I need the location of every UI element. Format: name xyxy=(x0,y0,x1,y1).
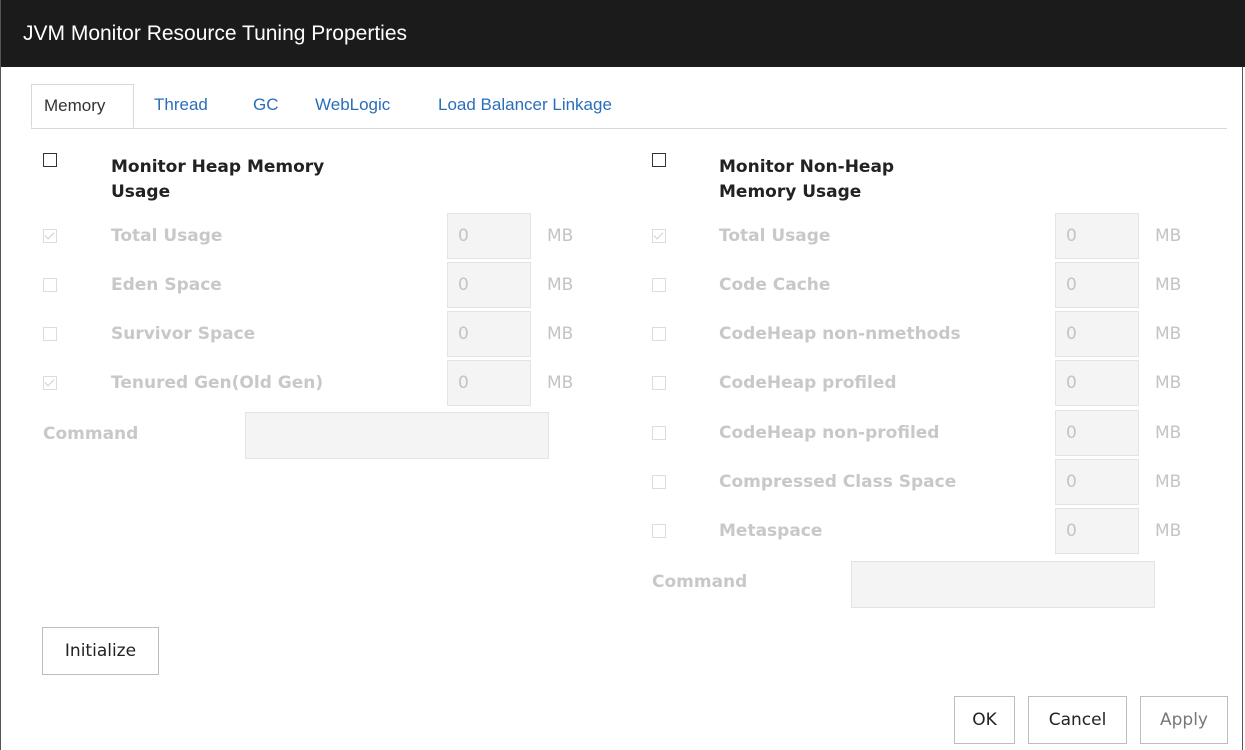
nonheap-codeheap-non-profiled-input[interactable]: 0 xyxy=(1055,410,1139,456)
nonheap-compressed-class-space-unit: MB xyxy=(1155,472,1182,492)
apply-button[interactable]: Apply xyxy=(1140,696,1228,744)
heap-total-usage-unit: MB xyxy=(547,226,574,246)
nonheap-codeheap-non-nmethods-label: CodeHeap non-nmethods xyxy=(719,324,961,344)
heap-total-usage-input[interactable]: 0 xyxy=(447,213,531,259)
heap-tenured-gen-input[interactable]: 0 xyxy=(447,360,531,406)
nonheap-codeheap-non-nmethods-input[interactable]: 0 xyxy=(1055,311,1139,357)
heap-survivor-space-unit: MB xyxy=(547,324,574,344)
nonheap-codeheap-profiled-input[interactable]: 0 xyxy=(1055,360,1139,406)
tuning-properties-dialog: JVM Monitor Resource Tuning Properties M… xyxy=(0,0,1245,750)
dialog-title: JVM Monitor Resource Tuning Properties xyxy=(1,0,1245,67)
heap-tenured-gen-checkbox[interactable] xyxy=(43,376,57,390)
heap-tenured-gen-label: Tenured Gen(Old Gen) xyxy=(111,373,324,393)
heap-survivor-space-input[interactable]: 0 xyxy=(447,311,531,357)
nonheap-compressed-class-space-label: Compressed Class Space xyxy=(719,472,957,492)
tab-load-balancer-linkage[interactable]: Load Balancer Linkage xyxy=(438,84,612,128)
monitor-heap-heading-line2: Usage xyxy=(111,182,171,202)
tab-memory[interactable]: Memory xyxy=(31,84,134,128)
nonheap-codeheap-non-profiled-label: CodeHeap non-profiled xyxy=(719,423,940,443)
monitor-nonheap-heading: Monitor Non-Heap Memory Usage xyxy=(719,155,894,205)
nonheap-command-input[interactable] xyxy=(851,561,1155,608)
nonheap-codeheap-profiled-label: CodeHeap profiled xyxy=(719,373,897,393)
tab-gc[interactable]: GC xyxy=(253,84,279,128)
nonheap-metaspace-checkbox[interactable] xyxy=(652,524,666,538)
nonheap-codeheap-non-profiled-unit: MB xyxy=(1155,423,1182,443)
heap-eden-space-input[interactable]: 0 xyxy=(447,262,531,308)
nonheap-total-usage-unit: MB xyxy=(1155,226,1182,246)
monitor-nonheap-heading-line2: Memory Usage xyxy=(719,182,862,202)
tab-weblogic[interactable]: WebLogic xyxy=(315,84,390,128)
heap-command-label: Command xyxy=(43,424,139,444)
heap-tenured-gen-unit: MB xyxy=(547,373,574,393)
monitor-nonheap-checkbox[interactable] xyxy=(652,153,666,167)
heap-eden-space-unit: MB xyxy=(547,275,574,295)
initialize-button[interactable]: Initialize xyxy=(42,627,159,675)
nonheap-codeheap-non-nmethods-unit: MB xyxy=(1155,324,1182,344)
tab-bar: Memory Thread GC WebLogic Load Balancer … xyxy=(31,84,1227,129)
nonheap-total-usage-label: Total Usage xyxy=(719,226,831,246)
nonheap-code-cache-label: Code Cache xyxy=(719,275,831,295)
nonheap-codeheap-non-profiled-checkbox[interactable] xyxy=(652,426,666,440)
nonheap-metaspace-label: Metaspace xyxy=(719,521,823,541)
monitor-heap-heading-line1: Monitor Heap Memory xyxy=(111,157,325,177)
tab-thread[interactable]: Thread xyxy=(154,84,208,128)
nonheap-code-cache-input[interactable]: 0 xyxy=(1055,262,1139,308)
nonheap-compressed-class-space-input[interactable]: 0 xyxy=(1055,459,1139,505)
heap-total-usage-checkbox[interactable] xyxy=(43,229,57,243)
nonheap-codeheap-profiled-unit: MB xyxy=(1155,373,1182,393)
nonheap-code-cache-checkbox[interactable] xyxy=(652,278,666,292)
cancel-button[interactable]: Cancel xyxy=(1028,696,1127,744)
nonheap-metaspace-unit: MB xyxy=(1155,521,1182,541)
ok-button[interactable]: OK xyxy=(954,696,1015,744)
heap-survivor-space-checkbox[interactable] xyxy=(43,327,57,341)
monitor-heap-heading: Monitor Heap Memory Usage xyxy=(111,155,324,205)
nonheap-command-label: Command xyxy=(652,572,748,592)
heap-command-input[interactable] xyxy=(245,412,549,459)
heap-eden-space-label: Eden Space xyxy=(111,275,222,295)
nonheap-codeheap-profiled-checkbox[interactable] xyxy=(652,376,666,390)
heap-eden-space-checkbox[interactable] xyxy=(43,278,57,292)
nonheap-codeheap-non-nmethods-checkbox[interactable] xyxy=(652,327,666,341)
nonheap-code-cache-unit: MB xyxy=(1155,275,1182,295)
heap-total-usage-label: Total Usage xyxy=(111,226,223,246)
monitor-nonheap-heading-line1: Monitor Non-Heap xyxy=(719,157,895,177)
monitor-heap-checkbox[interactable] xyxy=(43,153,57,167)
heap-survivor-space-label: Survivor Space xyxy=(111,324,256,344)
nonheap-total-usage-checkbox[interactable] xyxy=(652,229,666,243)
nonheap-total-usage-input[interactable]: 0 xyxy=(1055,213,1139,259)
nonheap-metaspace-input[interactable]: 0 xyxy=(1055,508,1139,554)
nonheap-compressed-class-space-checkbox[interactable] xyxy=(652,475,666,489)
